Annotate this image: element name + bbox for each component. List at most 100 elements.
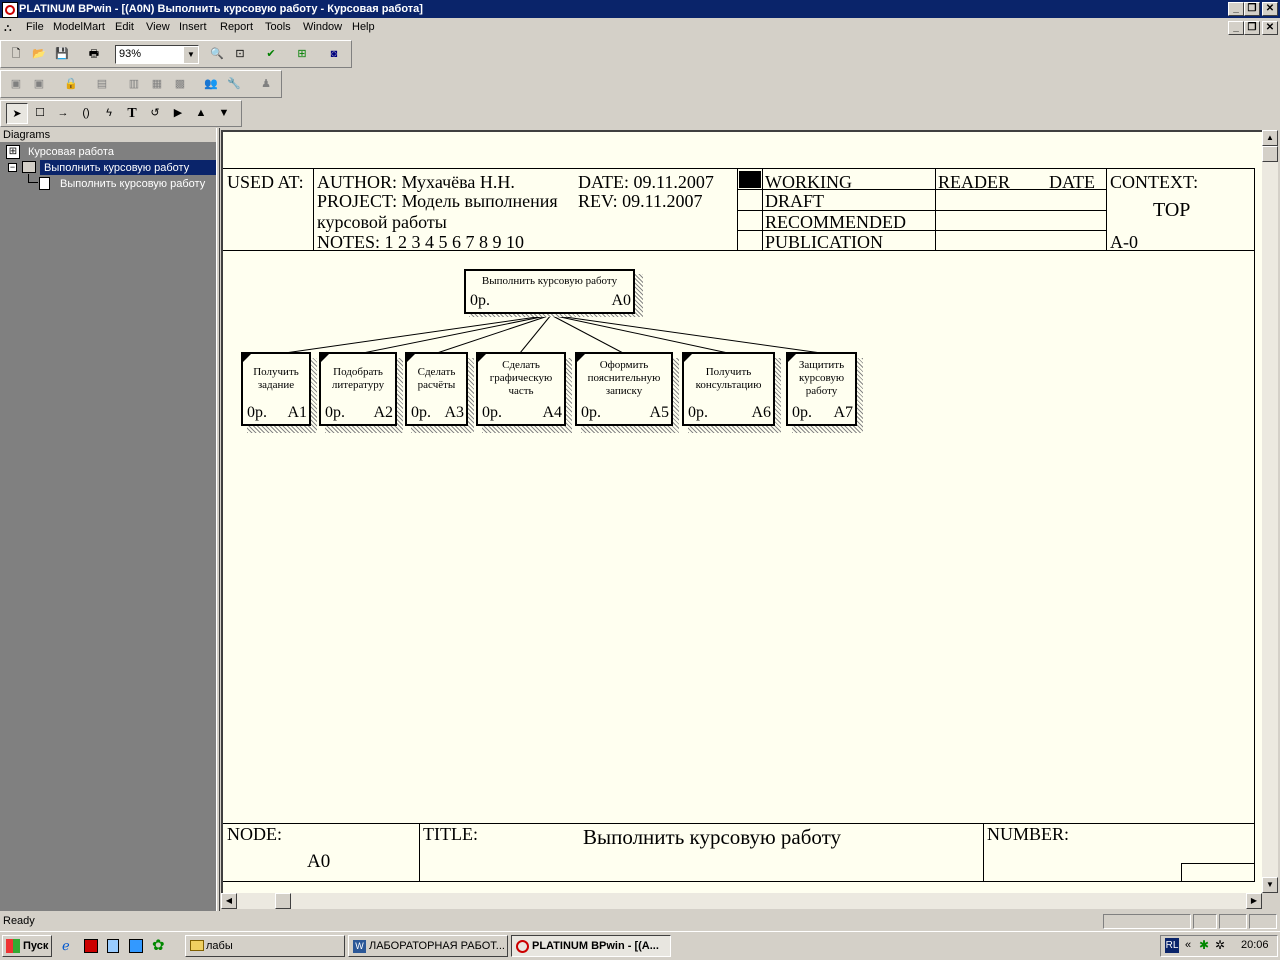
- mm-merge-icon[interactable]: ▦: [146, 74, 168, 95]
- frame-line: [1254, 168, 1255, 882]
- flower-quicklaunch-icon[interactable]: ✿: [152, 938, 168, 954]
- mm-security-icon[interactable]: 🔧: [223, 74, 245, 95]
- model-explorer-icon[interactable]: ⊞: [291, 44, 313, 65]
- minimize-button[interactable]: _: [1228, 2, 1244, 16]
- mdi-doc-icon[interactable]: ⛬: [4, 22, 17, 34]
- zoom-fit-icon[interactable]: ⊡: [229, 44, 251, 65]
- scroll-right-icon[interactable]: ▶: [1246, 893, 1262, 909]
- activity-box-a4[interactable]: Сделать графическую часть 0р. A4: [476, 352, 566, 426]
- activity-cost: 0р.: [482, 404, 502, 421]
- doc-quicklaunch-icon[interactable]: [107, 939, 119, 953]
- vertical-scrollbar[interactable]: ▲ ▼: [1262, 130, 1278, 893]
- mm-grid-icon[interactable]: ▩: [169, 74, 191, 95]
- link-a0-a2: [362, 314, 552, 354]
- frame-line: [1181, 863, 1254, 864]
- horizontal-scroll-thumb[interactable]: [275, 893, 291, 909]
- taskbar-button-word[interactable]: W ЛАБОРАТОРНАЯ РАБОТ...: [348, 935, 508, 957]
- menu-report[interactable]: Report: [220, 21, 253, 33]
- activity-box-a1[interactable]: Получить задание 0р. A1: [241, 352, 311, 426]
- tree-item-a0-diagram[interactable]: Выполнить курсовую работу: [44, 161, 189, 175]
- tree-header-label: Diagrams: [3, 129, 51, 141]
- activity-box-a5[interactable]: Оформить пояснительную записку 0р. A5: [575, 352, 673, 426]
- mm-save-icon[interactable]: ▥: [123, 74, 145, 95]
- activity-box-a7[interactable]: Защитить курсовую работу 0р. A7: [786, 352, 857, 426]
- activity-box-a6[interactable]: Получить консультацию 0р. A6: [682, 352, 775, 426]
- new-file-icon[interactable]: 🗋: [5, 44, 27, 65]
- mm-users-icon[interactable]: 👥: [200, 74, 222, 95]
- doc-restore-button[interactable]: ❐: [1244, 21, 1260, 35]
- menu-help[interactable]: Help: [352, 21, 375, 33]
- mm-disconnect-icon[interactable]: ▣: [28, 74, 50, 95]
- menu-view[interactable]: View: [146, 21, 170, 33]
- link-a0-a5: [550, 314, 624, 354]
- go-to-sibling-icon[interactable]: ▶: [167, 103, 189, 124]
- link-a0-a7: [550, 314, 822, 354]
- open-folder-icon[interactable]: 📂: [28, 44, 50, 65]
- arrow-tool-icon[interactable]: →: [52, 103, 74, 124]
- scroll-up-icon[interactable]: ▲: [1262, 130, 1278, 146]
- taskbar-button-bpwin[interactable]: PLATINUM BPwin - [(A...: [511, 935, 671, 957]
- menu-file[interactable]: File: [26, 21, 44, 33]
- taskbar-button-labs[interactable]: лабы: [185, 935, 345, 957]
- tree-item-model[interactable]: Курсовая работа: [28, 145, 114, 159]
- menu-edit[interactable]: Edit: [115, 21, 134, 33]
- activity-box-a3[interactable]: Сделать расчёты 0р. A3: [405, 352, 468, 426]
- activity-box-a0[interactable]: Выполнить курсовую работу 0р. A0: [464, 269, 635, 314]
- save-disk-icon[interactable]: 💾: [51, 44, 73, 65]
- squiggle-tool-icon[interactable]: (): [75, 103, 97, 124]
- go-to-child-icon[interactable]: ▼: [213, 103, 235, 124]
- restore-button[interactable]: ❐: [1244, 2, 1260, 16]
- zoom-in-icon[interactable]: 🔍: [206, 44, 228, 65]
- diagram-canvas[interactable]: USED AT: AUTHOR: Мухачёва Н.Н. DATE: 09.…: [221, 130, 1262, 893]
- taskbar: Пуск ℯ ✿ лабы W ЛАБОРАТОРНАЯ РАБОТ... PL…: [0, 931, 1280, 960]
- antivirus-tray-icon[interactable]: ✱: [1199, 938, 1209, 952]
- activity-box-tool-icon[interactable]: ☐: [29, 103, 51, 124]
- network-tray-icon[interactable]: ✲: [1215, 938, 1225, 952]
- menu-insert[interactable]: Insert: [179, 21, 207, 33]
- close-button[interactable]: ✕: [1262, 2, 1278, 16]
- mm-connect-icon[interactable]: ▣: [5, 74, 27, 95]
- pane-splitter[interactable]: [216, 128, 220, 911]
- tree-item-a0-page[interactable]: Выполнить курсовую работу: [60, 177, 205, 191]
- spellcheck-icon[interactable]: ✔: [260, 44, 282, 65]
- tunnel-tool-icon[interactable]: ϟ: [98, 103, 120, 124]
- tree-line: [28, 182, 38, 183]
- diagram-tree[interactable]: ⊞ Курсовая работа − Выполнить курсовую р…: [0, 142, 216, 911]
- menu-window[interactable]: Window: [303, 21, 342, 33]
- tray-expand-icon[interactable]: «: [1185, 939, 1191, 951]
- off-page-ref-icon[interactable]: ↺: [144, 103, 166, 124]
- print-icon[interactable]: 🖶: [83, 44, 105, 65]
- scroll-down-icon[interactable]: ▼: [1262, 877, 1278, 893]
- status-panel: [1103, 914, 1191, 929]
- language-indicator[interactable]: RL: [1165, 938, 1179, 953]
- zoom-combobox[interactable]: 93% ▼: [115, 45, 199, 64]
- status-panel: [1219, 914, 1247, 929]
- vertical-scroll-thumb[interactable]: [1262, 146, 1278, 162]
- mm-people-icon[interactable]: ♟: [255, 74, 277, 95]
- link-a0-a6: [550, 314, 729, 354]
- collapse-icon[interactable]: −: [8, 163, 17, 172]
- scroll-left-icon[interactable]: ◀: [221, 893, 237, 909]
- lock-icon[interactable]: 🔒: [60, 74, 82, 95]
- bpwin-app-icon[interactable]: [2, 2, 18, 18]
- outlook-quicklaunch-icon[interactable]: [129, 939, 143, 953]
- activity-box-a2[interactable]: Подобрать литературу 0р. A2: [319, 352, 397, 426]
- doc-minimize-button[interactable]: _: [1228, 21, 1244, 35]
- start-button[interactable]: Пуск: [2, 935, 52, 957]
- modelmart-icon[interactable]: ◙: [323, 44, 345, 65]
- tree-root-icon[interactable]: ⊞: [6, 145, 20, 159]
- doc-close-button[interactable]: ✕: [1262, 21, 1278, 35]
- pointer-tool-icon[interactable]: ➤: [6, 103, 28, 124]
- activity-cost: 0р.: [792, 404, 812, 421]
- save-quicklaunch-icon[interactable]: [84, 939, 98, 953]
- ie-quicklaunch-icon[interactable]: ℯ: [62, 939, 76, 953]
- go-to-parent-icon[interactable]: ▲: [190, 103, 212, 124]
- menu-tools[interactable]: Tools: [265, 21, 291, 33]
- mm-open-icon[interactable]: ▤: [91, 74, 113, 95]
- chevron-down-icon[interactable]: ▼: [183, 46, 198, 63]
- activity-title: Сделать расчёты: [417, 366, 456, 391]
- window-title: PLATINUM BPwin - [(A0N) Выполнить курсов…: [19, 3, 423, 15]
- menu-modelmart[interactable]: ModelMart: [53, 21, 105, 33]
- horizontal-scrollbar[interactable]: ◀ ▶: [221, 893, 1262, 909]
- text-tool-icon[interactable]: T: [121, 103, 143, 124]
